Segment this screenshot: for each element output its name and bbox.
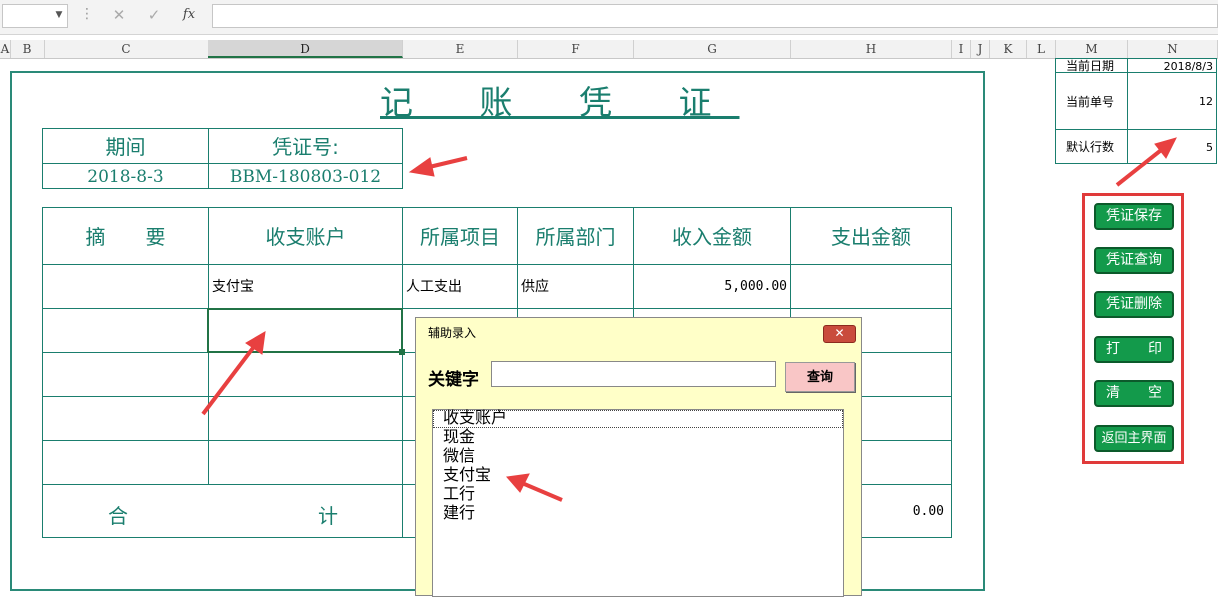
arrow-icon bbox=[506, 473, 563, 502]
arrow-icon bbox=[201, 331, 266, 416]
arrow-icon bbox=[408, 156, 468, 177]
arrow-icon bbox=[1115, 137, 1177, 187]
annotation-arrows bbox=[201, 137, 1177, 502]
